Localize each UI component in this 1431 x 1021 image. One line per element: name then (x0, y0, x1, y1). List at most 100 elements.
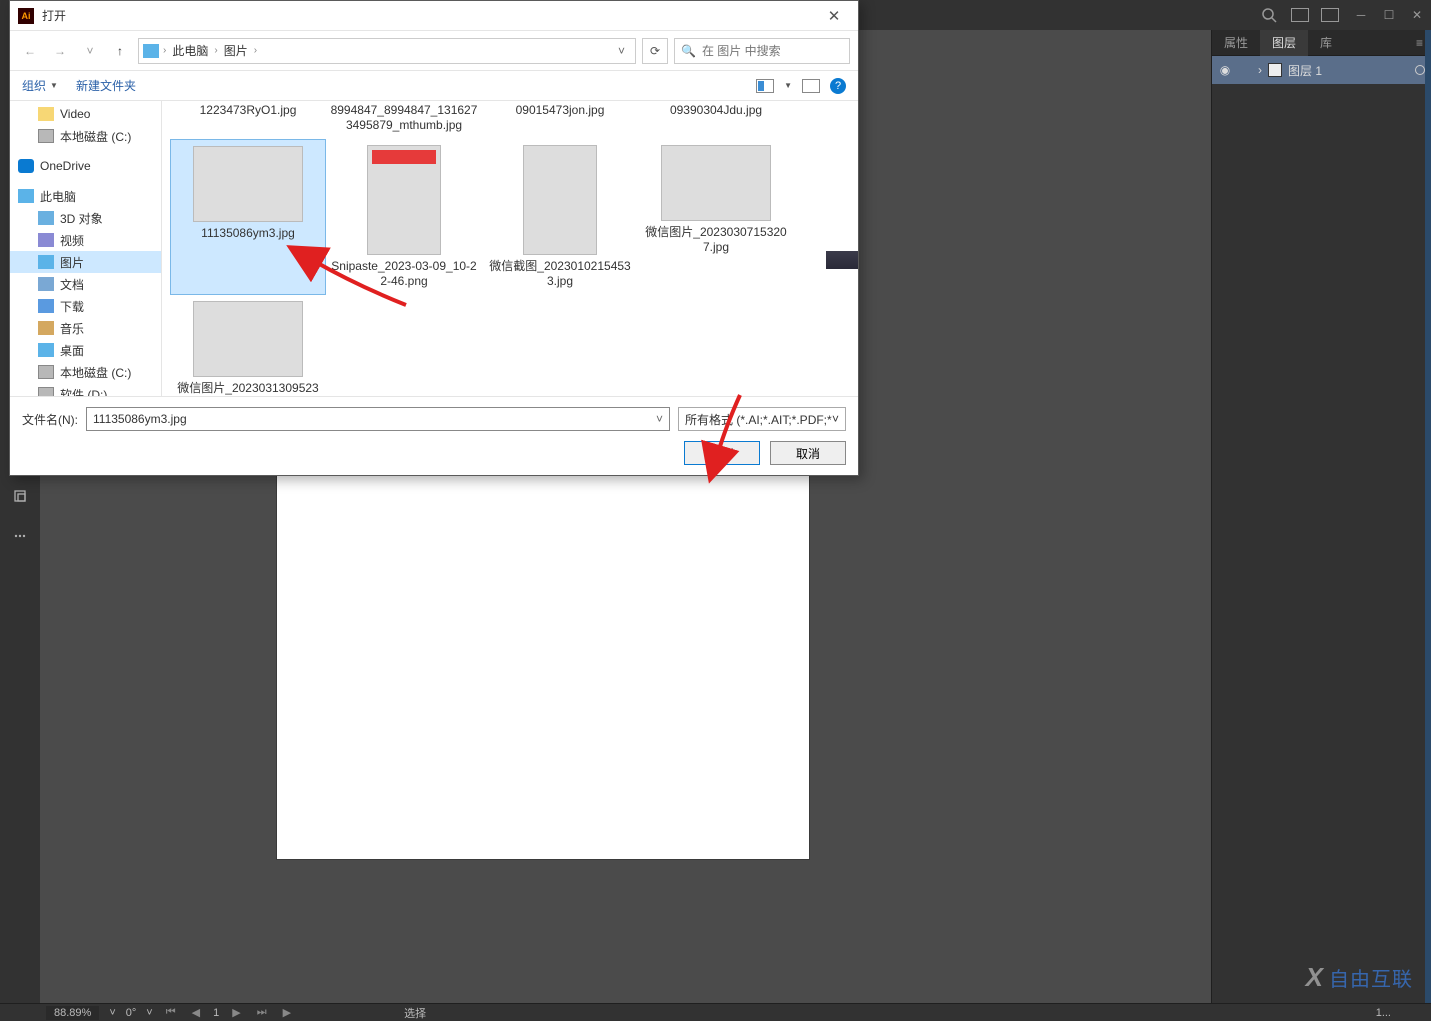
tree-node-this-pc[interactable]: 此电脑 (10, 185, 161, 207)
folder-icon (38, 107, 54, 121)
file-label: 8994847_8994847_1316273495879_mthumb.jpg (330, 103, 478, 133)
app-close-button[interactable]: ✕ (1407, 8, 1427, 22)
file-thumbnail (523, 145, 597, 255)
tree-node-3d[interactable]: 3D 对象 (10, 207, 161, 229)
tab-properties[interactable]: 属性 (1212, 30, 1260, 56)
file-label: 11135086ym3.jpg (201, 226, 295, 241)
maximize-button[interactable]: ☐ (1379, 8, 1399, 22)
back-button[interactable]: ← (18, 39, 42, 63)
tree-node-documents[interactable]: 文档 (10, 273, 161, 295)
zoom-dropdown-icon[interactable]: ˅ (109, 1007, 115, 1019)
path-dropdown-icon[interactable]: ˅ (612, 44, 631, 58)
file-label: 微信截图_20230102154533.jpg (486, 259, 634, 289)
tree-node-downloads[interactable]: 下载 (10, 295, 161, 317)
workspace-icon[interactable] (1321, 8, 1339, 22)
prev-artboard-icon[interactable]: ◀ (189, 1006, 203, 1019)
view-dropdown-icon[interactable]: ▼ (784, 81, 792, 90)
tree-node-pictures[interactable]: 图片 (10, 251, 161, 273)
visibility-icon[interactable]: ◉ (1218, 63, 1232, 77)
watermark-logo-icon: X (1306, 962, 1323, 993)
tree-node-videos[interactable]: 视频 (10, 229, 161, 251)
drive-icon (38, 365, 54, 379)
arrange-icon[interactable] (1291, 8, 1309, 22)
artboard-nav-icon[interactable]: ▶ (280, 1006, 294, 1019)
file-thumbnail (193, 301, 303, 377)
artboard-tool-icon[interactable] (0, 476, 40, 516)
forward-button[interactable]: → (48, 39, 72, 63)
layer-target-icon[interactable] (1415, 65, 1425, 75)
rotation-angle[interactable]: 0° (126, 1007, 137, 1019)
up-button[interactable]: ↑ (108, 39, 132, 63)
new-folder-button[interactable]: 新建文件夹 (76, 77, 136, 94)
next-artboard-icon[interactable]: ▶ (229, 1006, 243, 1019)
status-mode: 选择 (404, 1005, 426, 1021)
file-list[interactable]: 1223473RyO1.jpg 8994847_8994847_13162734… (162, 101, 858, 396)
music-icon (38, 321, 54, 335)
filename-input[interactable]: 11135086ym3.jpg ˅ (86, 407, 670, 431)
tree-node-music[interactable]: 音乐 (10, 317, 161, 339)
folder-tree[interactable]: Video 本地磁盘 (C:) OneDrive 此电脑 3D 对象 视频 图片… (10, 101, 162, 396)
tree-node-drive-d[interactable]: 软件 (D:) (10, 383, 161, 396)
file-item[interactable]: 1223473RyO1.jpg (170, 103, 326, 139)
filename-dropdown-icon[interactable]: ˅ (656, 412, 663, 426)
view-mode-icon[interactable] (756, 79, 774, 93)
search-icon[interactable] (1261, 7, 1277, 23)
close-icon[interactable]: ✕ (818, 7, 850, 25)
videos-icon (38, 233, 54, 247)
watermark-text: 自由互联 (1329, 969, 1413, 991)
tree-node-desktop[interactable]: 桌面 (10, 339, 161, 361)
dialog-titlebar: Ai 打开 ✕ (10, 1, 858, 31)
refresh-button[interactable]: ⟳ (642, 38, 668, 64)
tree-node-drive-c2[interactable]: 本地磁盘 (C:) (10, 361, 161, 383)
layer-thumbnail (1268, 63, 1282, 77)
status-bar: 88.89% ˅ 0° ˅ ⏮ ◀ 1 ▶ ⏭ ▶ 选择 1... (0, 1003, 1431, 1021)
organize-button[interactable]: 组织▼ (22, 77, 58, 94)
downloads-icon (38, 299, 54, 313)
pictures-icon (143, 44, 159, 58)
angle-dropdown-icon[interactable]: ˅ (146, 1007, 152, 1019)
help-icon[interactable]: ? (830, 78, 846, 94)
minimize-button[interactable]: ─ (1351, 8, 1371, 22)
file-label: Snipaste_2023-03-09_10-22-46.png (330, 259, 478, 289)
tab-libraries[interactable]: 库 (1308, 30, 1344, 56)
filename-value: 11135086ym3.jpg (93, 412, 187, 426)
open-button[interactable]: 打开 (684, 441, 760, 465)
file-thumbnail (661, 145, 771, 221)
file-item[interactable]: Snipaste_2023-03-09_10-22-46.png (326, 139, 482, 295)
file-item[interactable]: 微信截图_20230102154533.jpg (482, 139, 638, 295)
last-artboard-icon[interactable]: ⏭ (254, 1006, 270, 1019)
tree-node-video[interactable]: Video (10, 103, 161, 125)
dialog-title: 打开 (42, 7, 66, 24)
right-edge-strip (1425, 30, 1431, 1003)
file-item[interactable]: 09390304Jdu.jpg (638, 103, 794, 139)
zoom-level[interactable]: 88.89% (46, 1006, 99, 1020)
recent-dropdown-icon[interactable]: ˅ (78, 39, 102, 63)
search-box[interactable]: 🔍 (674, 38, 850, 64)
tree-node-drive-c[interactable]: 本地磁盘 (C:) (10, 125, 161, 147)
file-item-selected[interactable]: 11135086ym3.jpg (170, 139, 326, 295)
drive-icon (38, 129, 54, 143)
artboard-number[interactable]: 1 (213, 1007, 219, 1019)
tab-layers[interactable]: 图层 (1260, 30, 1308, 56)
file-item[interactable]: 8994847_8994847_1316273495879_mthumb.jpg (326, 103, 482, 139)
file-item[interactable]: 09015473jon.jpg (482, 103, 638, 139)
layer-row[interactable]: ◉ › 图层 1 (1212, 56, 1431, 84)
tree-node-onedrive[interactable]: OneDrive (10, 155, 161, 177)
filetype-dropdown-icon[interactable]: ˅ (832, 412, 839, 426)
file-item[interactable]: 微信图片_20230313095239.jpg (170, 295, 326, 396)
cancel-button[interactable]: 取消 (770, 441, 846, 465)
crumb-this-pc[interactable]: 此电脑 (168, 42, 212, 59)
preview-pane-icon[interactable] (802, 79, 820, 93)
illustrator-icon: Ai (18, 8, 34, 24)
layer-name: 图层 1 (1288, 62, 1322, 79)
breadcrumb[interactable]: › 此电脑 › 图片 › ˅ (138, 38, 636, 64)
filetype-value: 所有格式 (*.AI;*.AIT;*.PDF;*.DXF;*.SVG;*.SVG… (685, 411, 832, 428)
status-right: 1... (1376, 1007, 1391, 1019)
first-artboard-icon[interactable]: ⏮ (163, 1006, 179, 1019)
documents-icon (38, 277, 54, 291)
file-item[interactable]: 微信图片_20230307153207.jpg (638, 139, 794, 295)
more-tools-icon[interactable] (0, 516, 40, 556)
search-input[interactable] (702, 44, 843, 58)
filetype-select[interactable]: 所有格式 (*.AI;*.AIT;*.PDF;*.DXF;*.SVG;*.SVG… (678, 407, 846, 431)
crumb-pictures[interactable]: 图片 (220, 42, 252, 59)
